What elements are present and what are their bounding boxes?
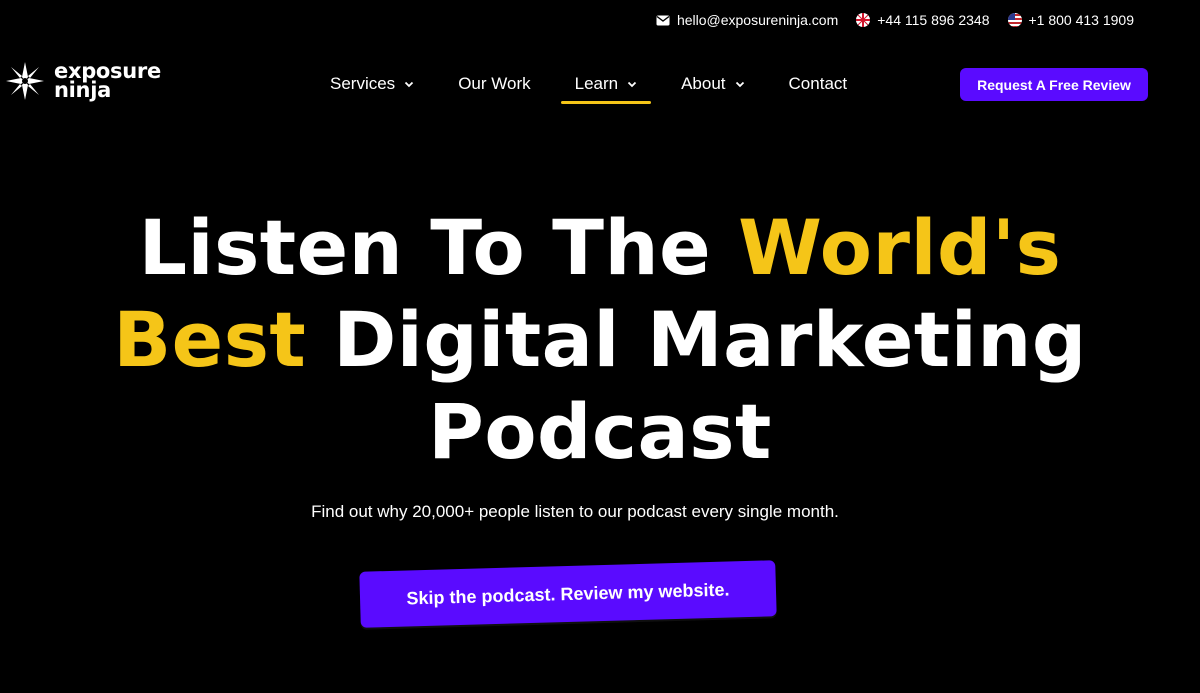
- uk-flag-icon: [856, 13, 871, 27]
- envelope-icon: [656, 15, 670, 25]
- main-nav: Services Our Work Learn About Contact: [316, 70, 877, 104]
- nav-item-label: About: [681, 74, 726, 93]
- nav-item-contact[interactable]: Contact: [775, 70, 862, 104]
- hero-title-text: Digital Marketing: [306, 295, 1087, 384]
- hero-title-accent: World's: [738, 203, 1062, 292]
- email-text: hello@exposureninja.com: [676, 12, 839, 28]
- contact-bar: hello@exposureninja.com +44 115 896 2348: [656, 12, 1134, 28]
- hero-title-text: Listen To The: [138, 203, 739, 292]
- hero-title-line-3: Podcast: [0, 386, 1200, 478]
- ninja-star-icon: [6, 62, 44, 100]
- chevron-down-icon: [627, 81, 637, 88]
- phone-us-link[interactable]: +1 800 413 1909: [1007, 12, 1135, 28]
- phone-us-text: +1 800 413 1909: [1028, 12, 1135, 28]
- nav-item-about[interactable]: About: [667, 70, 758, 104]
- hero-subtitle: Find out why 20,000+ people listen to ou…: [311, 502, 839, 521]
- nav-item-learn[interactable]: Learn: [560, 70, 652, 104]
- hero-title-accent: Best: [113, 295, 307, 384]
- logo[interactable]: exposure ninja: [6, 61, 161, 102]
- hero-title-text: Podcast: [428, 387, 772, 476]
- nav-item-label: Learn: [574, 74, 619, 93]
- hero-title-line-1: Listen To The World's: [0, 202, 1200, 294]
- hero-title: Listen To The World's Best Digital Marke…: [0, 202, 1200, 478]
- phone-uk-text: +44 115 896 2348: [877, 12, 990, 28]
- nav-item-label: Contact: [788, 74, 848, 93]
- nav-item-services[interactable]: Services: [316, 70, 428, 104]
- nav-item-label: Services: [330, 74, 396, 93]
- review-website-button[interactable]: Skip the podcast. Review my website.: [359, 560, 777, 628]
- hero-title-line-2: Best Digital Marketing: [0, 294, 1200, 386]
- nav-item-our-work[interactable]: Our Work: [444, 70, 544, 104]
- logo-wordmark: exposure ninja: [54, 61, 161, 102]
- logo-line-2: ninja: [54, 78, 111, 102]
- phone-uk-link[interactable]: +44 115 896 2348: [856, 12, 990, 28]
- chevron-down-icon: [405, 81, 414, 88]
- request-review-button[interactable]: Request A Free Review: [960, 68, 1148, 101]
- email-link[interactable]: hello@exposureninja.com: [656, 12, 838, 28]
- page: hello@exposureninja.com +44 115 896 2348: [0, 0, 1200, 693]
- us-flag-icon: [1007, 13, 1022, 27]
- nav-item-label: Our Work: [458, 74, 531, 93]
- chevron-down-icon: [735, 81, 744, 88]
